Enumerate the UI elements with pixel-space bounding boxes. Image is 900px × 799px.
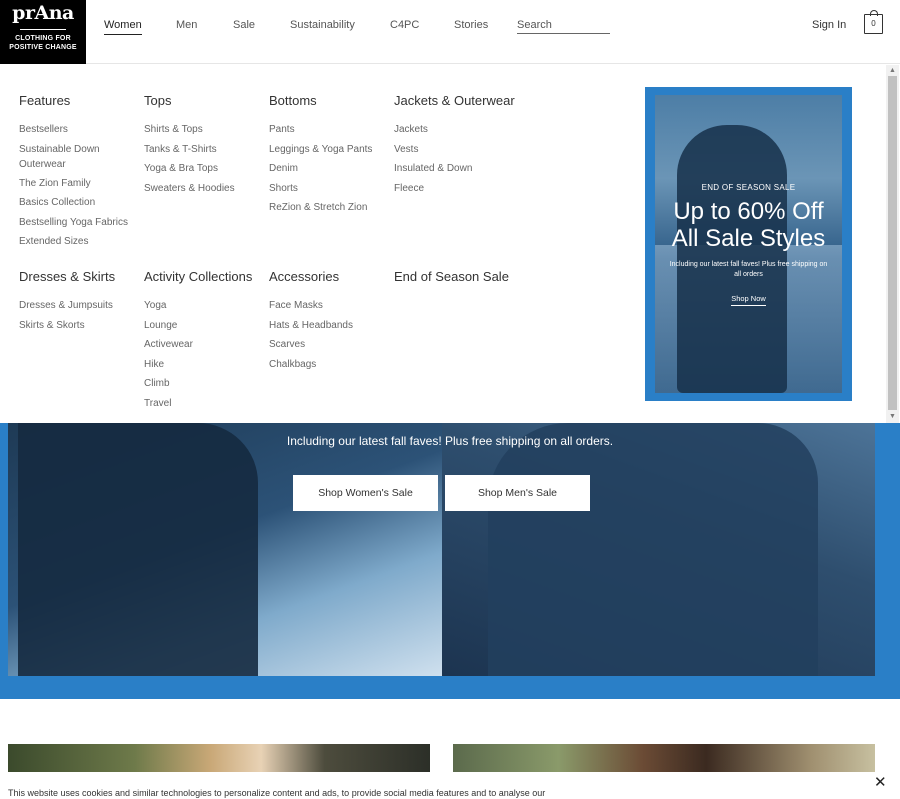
menu-heading-features[interactable]: Features	[19, 93, 139, 109]
hero-person-left	[18, 423, 258, 676]
menu-item-vests[interactable]: Vests	[394, 140, 534, 160]
menu-col-tops: Tops Shirts & Tops Tanks & T-Shirts Yoga…	[144, 93, 264, 198]
hero-subtext: Including our latest fall faves! Plus fr…	[286, 434, 614, 448]
logo-tagline-2: POSITIVE CHANGE	[9, 44, 77, 51]
logo-brand: prAna	[12, 2, 74, 24]
menu-col-bottoms: Bottoms Pants Leggings & Yoga Pants Deni…	[269, 93, 389, 218]
menu-item-jackets[interactable]: Jackets	[394, 120, 534, 140]
logo-rule	[20, 29, 66, 30]
menu-heading-bottoms[interactable]: Bottoms	[269, 93, 389, 109]
cookie-text: This website uses cookies and similar te…	[8, 788, 546, 798]
menu-heading-jackets[interactable]: Jackets & Outerwear	[394, 93, 534, 109]
menu-item-sustainable-down[interactable]: Sustainable Down Outerwear	[19, 140, 139, 174]
menu-item-pants[interactable]: Pants	[269, 120, 389, 140]
menu-item-chalkbags[interactable]: Chalkbags	[269, 355, 389, 375]
menu-item-activewear[interactable]: Activewear	[144, 335, 269, 355]
hero-image: Including our latest fall faves! Plus fr…	[8, 423, 875, 676]
menu-col-accessories: Accessories Face Masks Hats & Headbands …	[269, 269, 389, 374]
promo-shop-now-link[interactable]: Shop Now	[731, 294, 766, 306]
menu-item-travel[interactable]: Travel	[144, 394, 269, 414]
menu-item-scarves[interactable]: Scarves	[269, 335, 389, 355]
menu-item-skirts[interactable]: Skirts & Skorts	[19, 316, 139, 336]
menu-item-fleece[interactable]: Fleece	[394, 179, 534, 199]
menu-col-dresses: Dresses & Skirts Dresses & Jumpsuits Ski…	[19, 269, 139, 335]
menu-item-leggings[interactable]: Leggings & Yoga Pants	[269, 140, 389, 160]
menu-heading-accessories[interactable]: Accessories	[269, 269, 389, 285]
women-mega-menu: Features Bestsellers Sustainable Down Ou…	[0, 65, 900, 423]
menu-item-yoga-bra[interactable]: Yoga & Bra Tops	[144, 159, 264, 179]
menu-item-yoga[interactable]: Yoga	[144, 296, 269, 316]
shop-mens-sale-button[interactable]: Shop Men's Sale	[445, 475, 590, 511]
promo-headline-1: Up to 60% Off	[673, 198, 824, 225]
menu-item-hats[interactable]: Hats & Headbands	[269, 316, 389, 336]
menu-item-sweaters[interactable]: Sweaters & Hoodies	[144, 179, 264, 199]
menu-heading-activity[interactable]: Activity Collections	[144, 269, 269, 285]
site-header: prAna CLOTHING FOR POSITIVE CHANGE Women…	[0, 0, 900, 64]
shop-womens-sale-button[interactable]: Shop Women's Sale	[293, 475, 438, 511]
search-input[interactable]	[517, 18, 610, 34]
hero-person-right	[488, 423, 818, 676]
menu-item-tanks[interactable]: Tanks & T-Shirts	[144, 140, 264, 160]
menu-item-dresses[interactable]: Dresses & Jumpsuits	[19, 296, 139, 316]
scrollbar-thumb[interactable]	[888, 76, 897, 410]
scroll-up-icon[interactable]: ▲	[889, 67, 896, 75]
sign-in-link[interactable]: Sign In	[812, 19, 846, 31]
hero-section: Including our latest fall faves! Plus fr…	[0, 423, 900, 699]
logo-tagline-1: CLOTHING FOR	[15, 35, 71, 42]
menu-item-shorts[interactable]: Shorts	[269, 179, 389, 199]
menu-item-bestsellers[interactable]: Bestsellers	[19, 120, 139, 140]
prana-logo[interactable]: prAna CLOTHING FOR POSITIVE CHANGE	[0, 0, 86, 64]
menu-col-features: Features Bestsellers Sustainable Down Ou…	[19, 93, 139, 252]
promo-banner[interactable]: END OF SEASON SALE Up to 60% Off All Sal…	[645, 87, 852, 401]
menu-item-denim[interactable]: Denim	[269, 159, 389, 179]
menu-col-activity: Activity Collections Yoga Lounge Activew…	[144, 269, 269, 413]
close-icon[interactable]: ✕	[874, 775, 887, 790]
promo-subtext: Including our latest fall faves! Plus fr…	[669, 261, 828, 278]
shopping-bag-icon[interactable]: 0	[864, 10, 883, 34]
cookie-banner: This website uses cookies and similar te…	[0, 772, 900, 799]
menu-scrollbar[interactable]: ▲ ▼	[886, 65, 899, 423]
nav-sustainability[interactable]: Sustainability	[290, 18, 355, 32]
nav-stories[interactable]: Stories	[454, 18, 488, 32]
menu-item-zion-family[interactable]: The Zion Family	[19, 174, 139, 194]
menu-item-face-masks[interactable]: Face Masks	[269, 296, 389, 316]
menu-item-basics[interactable]: Basics Collection	[19, 193, 139, 213]
nav-sale[interactable]: Sale	[233, 18, 255, 32]
menu-item-extended-sizes[interactable]: Extended Sizes	[19, 232, 139, 252]
menu-item-yoga-fabrics[interactable]: Bestselling Yoga Fabrics	[19, 213, 139, 233]
menu-item-lounge[interactable]: Lounge	[144, 316, 269, 336]
menu-item-rezion[interactable]: ReZion & Stretch Zion	[269, 198, 389, 218]
nav-men[interactable]: Men	[176, 18, 197, 32]
menu-heading-end-of-season[interactable]: End of Season Sale	[394, 269, 534, 285]
promo-kicker: END OF SEASON SALE	[701, 183, 796, 192]
menu-item-hike[interactable]: Hike	[144, 355, 269, 375]
promo-image: END OF SEASON SALE Up to 60% Off All Sal…	[655, 95, 842, 393]
promo-headline-2: All Sale Styles	[671, 225, 826, 252]
menu-item-insulated[interactable]: Insulated & Down	[394, 159, 534, 179]
menu-col-end-of-season: End of Season Sale	[394, 269, 534, 296]
menu-heading-dresses[interactable]: Dresses & Skirts	[19, 269, 139, 285]
menu-heading-tops[interactable]: Tops	[144, 93, 264, 109]
menu-col-jackets: Jackets & Outerwear Jackets Vests Insula…	[394, 93, 534, 198]
nav-women[interactable]: Women	[104, 18, 142, 35]
menu-item-climb[interactable]: Climb	[144, 374, 269, 394]
nav-c4pc[interactable]: C4PC	[390, 18, 419, 32]
promo-text-block: END OF SEASON SALE Up to 60% Off All Sal…	[655, 95, 842, 306]
scroll-down-icon[interactable]: ▼	[889, 413, 896, 421]
menu-item-shirts[interactable]: Shirts & Tops	[144, 120, 264, 140]
